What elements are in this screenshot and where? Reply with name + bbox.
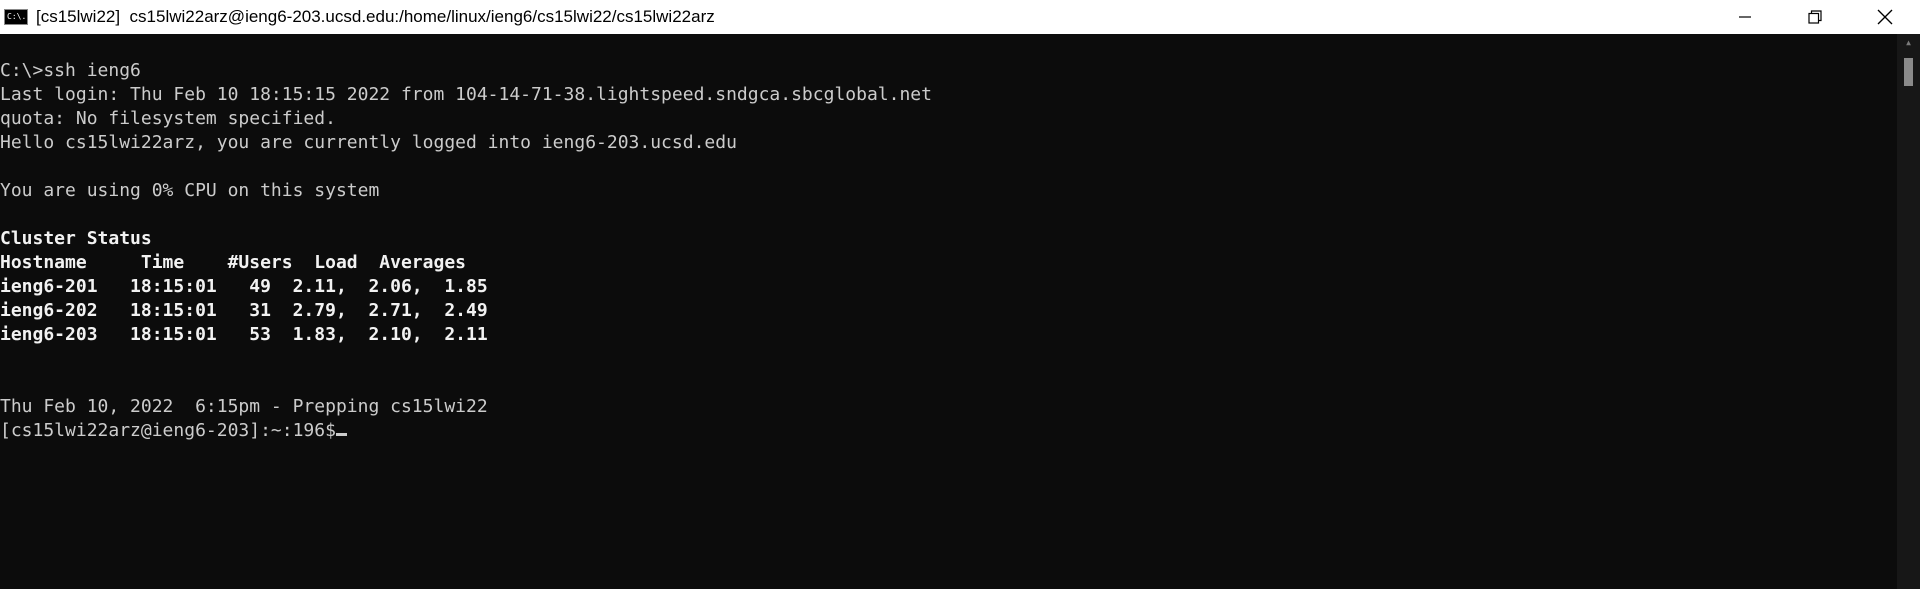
terminal-line: Thu Feb 10, 2022 6:15pm - Prepping cs15l… (0, 395, 1897, 419)
terminal-line: Cluster Status (0, 227, 1897, 251)
window-controls (1710, 0, 1920, 34)
text-cursor (335, 433, 347, 436)
restore-button[interactable] (1780, 0, 1850, 34)
terminal-line: You are using 0% CPU on this system (0, 179, 1897, 203)
terminal-line: ieng6-201 18:15:01 49 2.11, 2.06, 1.85 (0, 275, 1897, 299)
terminal-line-text: You are using 0% CPU on this system (0, 180, 380, 201)
terminal-line: C:\>ssh ieng6 (0, 59, 1897, 83)
shell-prompt: [cs15lwi22arz@ieng6-203]:~:196$ (0, 419, 1897, 443)
window-title: [cs15lwi22] cs15lwi22arz@ieng6-203.ucsd.… (36, 7, 715, 26)
scrollbar-thumb[interactable] (1904, 58, 1913, 86)
terminal-line: Last login: Thu Feb 10 18:15:15 2022 fro… (0, 83, 1897, 107)
terminal-line-text: ieng6-201 18:15:01 49 2.11, 2.06, 1.85 (0, 276, 488, 297)
terminal-line-text: Last login: Thu Feb 10 18:15:15 2022 fro… (0, 84, 932, 105)
terminal-line: ieng6-203 18:15:01 53 1.83, 2.10, 2.11 (0, 323, 1897, 347)
terminal-app-icon[interactable]: C:\. (4, 9, 28, 25)
terminal-line-text: C:\>ssh ieng6 (0, 60, 141, 81)
title-bar[interactable]: C:\. [cs15lwi22] cs15lwi22arz@ieng6-203.… (0, 0, 1920, 34)
terminal-line-text: [cs15lwi22arz@ieng6-203]:~:196$ (0, 420, 336, 441)
terminal-line: Hello cs15lwi22arz, you are currently lo… (0, 131, 1897, 155)
terminal-line-text: Cluster Status (0, 228, 152, 249)
close-icon (1877, 9, 1893, 25)
minimize-button[interactable] (1710, 0, 1780, 34)
terminal-line-text: ieng6-203 18:15:01 53 1.83, 2.10, 2.11 (0, 324, 488, 345)
terminal-line-text: Hello cs15lwi22arz, you are currently lo… (0, 132, 737, 153)
terminal-line-text: Hostname Time #Users Load Averages (0, 252, 466, 273)
terminal-line: quota: No filesystem specified. (0, 107, 1897, 131)
minimize-icon (1739, 16, 1751, 18)
terminal-line: Hostname Time #Users Load Averages (0, 251, 1897, 275)
terminal-line-text: Thu Feb 10, 2022 6:15pm - Prepping cs15l… (0, 396, 488, 417)
restore-icon (1808, 10, 1822, 24)
terminal-line: ieng6-202 18:15:01 31 2.79, 2.71, 2.49 (0, 299, 1897, 323)
scroll-up-arrow-icon[interactable]: ▲ (1897, 34, 1920, 52)
terminal-output[interactable]: C:\>ssh ieng6 Last login: Thu Feb 10 18:1… (0, 34, 1897, 589)
terminal-lines: C:\>ssh ieng6 Last login: Thu Feb 10 18:1… (0, 34, 1897, 443)
vertical-scrollbar[interactable]: ▲ (1897, 34, 1920, 589)
close-button[interactable] (1850, 0, 1920, 34)
terminal-line-text: quota: No filesystem specified. (0, 108, 336, 129)
terminal-line-text: ieng6-202 18:15:01 31 2.79, 2.71, 2.49 (0, 300, 488, 321)
